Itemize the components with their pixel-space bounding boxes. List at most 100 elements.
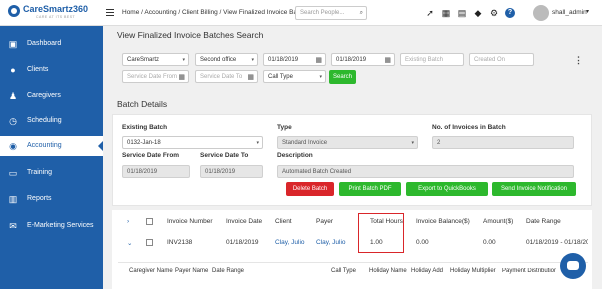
service-date-to-placeholder: Service Date To <box>200 74 243 80</box>
accounting-icon: ◉ <box>9 141 17 151</box>
row-checkbox[interactable] <box>146 239 153 246</box>
sidebar-item-training[interactable]: ▭ Training <box>0 163 103 183</box>
service-date-to-input[interactable]: Service Date To ▦ <box>195 70 258 83</box>
service-date-from-label: Service Date From <box>122 152 180 159</box>
sidebar-item-dashboard[interactable]: ▣ Dashboard <box>0 34 103 54</box>
cell-invoice-number: INV2138 <box>167 239 193 246</box>
type-label: Type <box>277 124 292 131</box>
col-invoice-balance[interactable]: Invoice Balance($) <box>416 218 470 225</box>
created-on-placeholder: Created On <box>474 57 506 63</box>
chevron-down-icon: ▾ <box>256 140 259 146</box>
cell-client-link[interactable]: Clay, Julio <box>275 239 305 246</box>
sidebar-item-label: Caregivers <box>27 92 61 99</box>
chevron-down-icon[interactable]: ▾ <box>586 8 589 15</box>
col-invoice-number[interactable]: Invoice Number <box>167 218 213 225</box>
search-button[interactable]: Search <box>329 70 356 84</box>
calendar-icon[interactable]: ▦ <box>384 56 391 64</box>
calendar-icon[interactable]: ▦ <box>178 73 185 81</box>
reports-icon: ▥ <box>8 194 18 204</box>
existing-batch-input[interactable]: Existing Batch <box>400 53 464 66</box>
office-select[interactable]: Second office ▾ <box>195 53 258 66</box>
collapse-row-icon[interactable]: ⌄ <box>127 239 132 247</box>
menu-toggle-icon[interactable] <box>106 9 114 16</box>
service-date-from-input[interactable]: Service Date From ▦ <box>122 70 189 83</box>
print-batch-pdf-button[interactable]: Print Batch PDF <box>339 182 401 196</box>
brand-name: CareSmartz360 <box>23 4 89 14</box>
chat-icon[interactable] <box>560 253 586 279</box>
description-label: Description <box>277 152 313 159</box>
sidebar-item-label: Accounting <box>27 142 62 149</box>
calendar-icon[interactable]: ▦ <box>247 73 254 81</box>
sidebar-item-clients[interactable]: ● Clients <box>0 60 103 80</box>
cell-date-range: 01/18/2019 - 01/18/2019 <box>526 239 588 246</box>
service-date-from-field: 01/18/2019 <box>122 165 190 178</box>
rocket-icon[interactable]: ➚ <box>425 8 435 18</box>
cell-invoice-date: 01/18/2019 <box>226 239 259 246</box>
batch-details-title: Batch Details <box>117 99 168 109</box>
more-options-icon[interactable]: ⋮ <box>574 55 583 66</box>
page-title: View Finalized Invoice Batches Search <box>117 30 264 40</box>
expand-all-icon[interactable]: › <box>127 218 129 225</box>
people-search-placeholder: Search People... <box>300 10 345 16</box>
people-search-input[interactable]: Search People... ⌕ <box>295 6 367 20</box>
existing-batch-label: Existing Batch <box>122 124 168 131</box>
col-date-range[interactable]: Date Range <box>526 218 561 225</box>
toolbar-icons: ➚ ▦ ▤ ◆ ⚙ ? <box>425 6 515 20</box>
user-name[interactable]: shall_admin <box>552 9 587 16</box>
dashboard-icon: ▣ <box>8 39 18 49</box>
brand-logo[interactable]: CareSmartz360 CARE AT ITS BEST <box>8 4 92 22</box>
sidebar-item-label: E-Marketing Services <box>27 222 94 229</box>
help-icon[interactable]: ? <box>505 8 515 18</box>
bell-icon[interactable]: ◆ <box>473 8 483 18</box>
cell-invoice-balance: 0.00 <box>416 239 429 246</box>
export-quickbooks-button[interactable]: Export to QuickBooks <box>406 182 488 196</box>
existing-batch-select[interactable]: 0132-Jan-18 ▾ <box>122 136 263 149</box>
training-icon: ▭ <box>8 168 18 178</box>
total-hours-highlight <box>358 213 404 253</box>
call-type-select[interactable]: Call Type ▾ <box>263 70 326 83</box>
chevron-down-icon: ▾ <box>182 57 185 63</box>
col-payer[interactable]: Payer <box>316 218 333 225</box>
calendar-icon[interactable]: ▦ <box>441 8 451 18</box>
date-to-input[interactable]: 01/18/2019 ▦ <box>331 53 395 66</box>
office-select-value: Second office <box>200 57 237 63</box>
sidebar-item-label: Reports <box>27 195 52 202</box>
search-icon[interactable]: ⌕ <box>360 10 363 17</box>
created-on-input[interactable]: Created On <box>469 53 534 66</box>
invoice-count-field: 2 <box>432 136 574 149</box>
delete-batch-button[interactable]: Delete Batch <box>286 182 334 196</box>
agency-select-value: CareSmartz <box>127 57 160 63</box>
sidebar: ▣ Dashboard ● Clients ♟ Caregivers ◷ Sch… <box>0 26 103 289</box>
invoice-count-label: No. of Invoices in Batch <box>432 124 506 131</box>
client-icon: ● <box>10 65 16 75</box>
send-invoice-notification-button[interactable]: Send Invoice Notification <box>492 182 576 196</box>
agency-select[interactable]: CareSmartz ▾ <box>122 53 189 66</box>
document-icon[interactable]: ▤ <box>457 8 467 18</box>
sidebar-item-reports[interactable]: ▥ Reports <box>0 189 103 209</box>
type-value: Standard Invoice <box>282 140 328 146</box>
marketing-icon: ✉ <box>9 221 17 231</box>
col-invoice-date[interactable]: Invoice Date <box>226 218 262 225</box>
sidebar-item-caregivers[interactable]: ♟ Caregivers <box>0 86 103 106</box>
calendar-icon[interactable]: ▦ <box>315 56 322 64</box>
sub-col-payer-name: Payer Name <box>175 268 209 274</box>
settings-icon[interactable]: ⚙ <box>489 8 499 18</box>
chevron-down-icon: ▾ <box>251 57 254 63</box>
service-date-to-label: Service Date To <box>200 152 249 159</box>
sub-col-call-type: Call Type <box>331 268 356 274</box>
select-all-checkbox[interactable] <box>146 218 153 225</box>
cell-payer-link[interactable]: Clay, Julio <box>316 239 346 246</box>
sidebar-item-emarketing[interactable]: ✉ E-Marketing Services <box>0 216 103 236</box>
sidebar-item-scheduling[interactable]: ◷ Scheduling <box>0 111 103 131</box>
sidebar-item-accounting[interactable]: ◉ Accounting <box>0 136 103 156</box>
avatar[interactable] <box>533 5 549 21</box>
col-amount[interactable]: Amount($) <box>483 218 513 225</box>
logo-mark-icon <box>8 5 20 17</box>
clock-icon: ◷ <box>9 116 17 126</box>
service-date-to-field: 01/18/2019 <box>200 165 263 178</box>
date-from-input[interactable]: 01/18/2019 ▦ <box>263 53 326 66</box>
col-client[interactable]: Client <box>275 218 292 225</box>
brand-tagline: CARE AT ITS BEST <box>36 15 76 19</box>
sidebar-item-label: Training <box>27 169 53 176</box>
cell-total-hours: 1.00 <box>370 239 383 246</box>
